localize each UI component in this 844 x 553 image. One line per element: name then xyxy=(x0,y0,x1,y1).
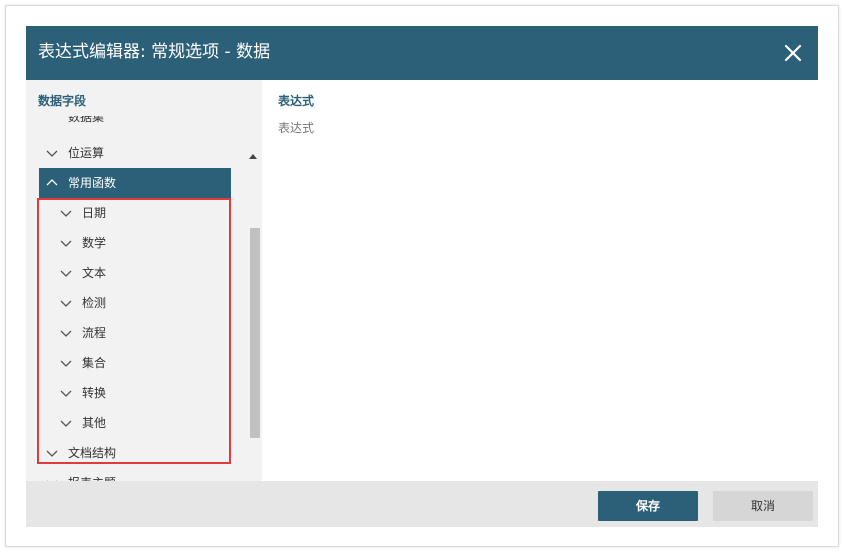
tree-item-label: 文本 xyxy=(82,266,107,280)
tree-item-child[interactable]: 数学 xyxy=(60,228,230,258)
expression-label: 表达式 xyxy=(278,94,315,108)
chevron-down-icon xyxy=(60,420,72,427)
tree-item-category[interactable]: 文档结构 xyxy=(46,438,216,468)
tree-item-category[interactable]: 常用函数 xyxy=(39,168,231,198)
chevron-down-icon xyxy=(60,270,72,277)
expression-panel: 表达式 xyxy=(262,80,818,481)
expression-input[interactable] xyxy=(278,118,798,138)
save-button[interactable]: 保存 xyxy=(598,491,698,521)
tree-item-label: 数据集 xyxy=(68,116,105,124)
chevron-down-icon xyxy=(60,210,72,217)
field-tree[interactable]: 数据集位运算常用函数日期数学文本检测流程集合转换其他文档结构报表主题 xyxy=(26,116,262,481)
tree-item-category[interactable]: 位运算 xyxy=(46,138,216,168)
tree-item-label: 日期 xyxy=(82,206,107,220)
tree-item-child[interactable]: 文本 xyxy=(60,258,230,288)
tree-item-partial[interactable]: 数据集 xyxy=(46,116,236,132)
scrollbar-thumb[interactable] xyxy=(250,228,260,438)
chevron-down-icon xyxy=(60,390,72,397)
tree-item-label: 报表主题 xyxy=(68,468,116,481)
tree-item-child[interactable]: 其他 xyxy=(60,408,230,438)
tree-item-label: 位运算 xyxy=(68,146,105,160)
tree-item-label: 检测 xyxy=(82,296,107,310)
tree-item-label: 其他 xyxy=(82,416,107,430)
chevron-down-icon xyxy=(60,330,72,337)
chevron-down-icon xyxy=(60,300,72,307)
scroll-up-arrow-icon[interactable] xyxy=(248,152,258,160)
chevron-down-icon xyxy=(46,450,58,457)
expression-editor-dialog: 表达式编辑器: 常规选项 - 数据 数据字段 数据集位运算常用函数日期数学文本检… xyxy=(26,26,818,527)
chevron-up-icon xyxy=(46,179,58,186)
chevron-down-icon xyxy=(60,360,72,367)
tree-item-label: 文档结构 xyxy=(68,446,117,460)
tree-item-label: 集合 xyxy=(82,356,107,370)
chevron-down-icon xyxy=(60,240,72,247)
tree-item-label: 常用函数 xyxy=(68,176,117,190)
close-icon xyxy=(784,44,802,62)
data-fields-panel: 数据字段 数据集位运算常用函数日期数学文本检测流程集合转换其他文档结构报表主题 xyxy=(26,80,262,481)
dialog-footer: 保存 取消 xyxy=(26,481,818,527)
chevron-down-icon xyxy=(46,150,58,157)
tree-item-category[interactable]: 报表主题 xyxy=(46,468,216,481)
close-button[interactable] xyxy=(780,40,806,66)
dialog-titlebar: 表达式编辑器: 常规选项 - 数据 xyxy=(26,26,818,80)
tree-item-child[interactable]: 流程 xyxy=(60,318,230,348)
tree-item-child[interactable]: 日期 xyxy=(60,198,230,228)
tree-item-label: 数学 xyxy=(82,236,107,250)
tree-item-child[interactable]: 检测 xyxy=(60,288,230,318)
dialog-title: 表达式编辑器: 常规选项 - 数据 xyxy=(38,42,271,62)
cancel-button[interactable]: 取消 xyxy=(713,491,813,521)
tree-item-label: 转换 xyxy=(82,386,107,400)
tree-item-child[interactable]: 集合 xyxy=(60,348,230,378)
tree-item-label: 流程 xyxy=(82,326,107,340)
data-fields-header: 数据字段 xyxy=(38,94,87,108)
tree-item-child[interactable]: 转换 xyxy=(60,378,230,408)
